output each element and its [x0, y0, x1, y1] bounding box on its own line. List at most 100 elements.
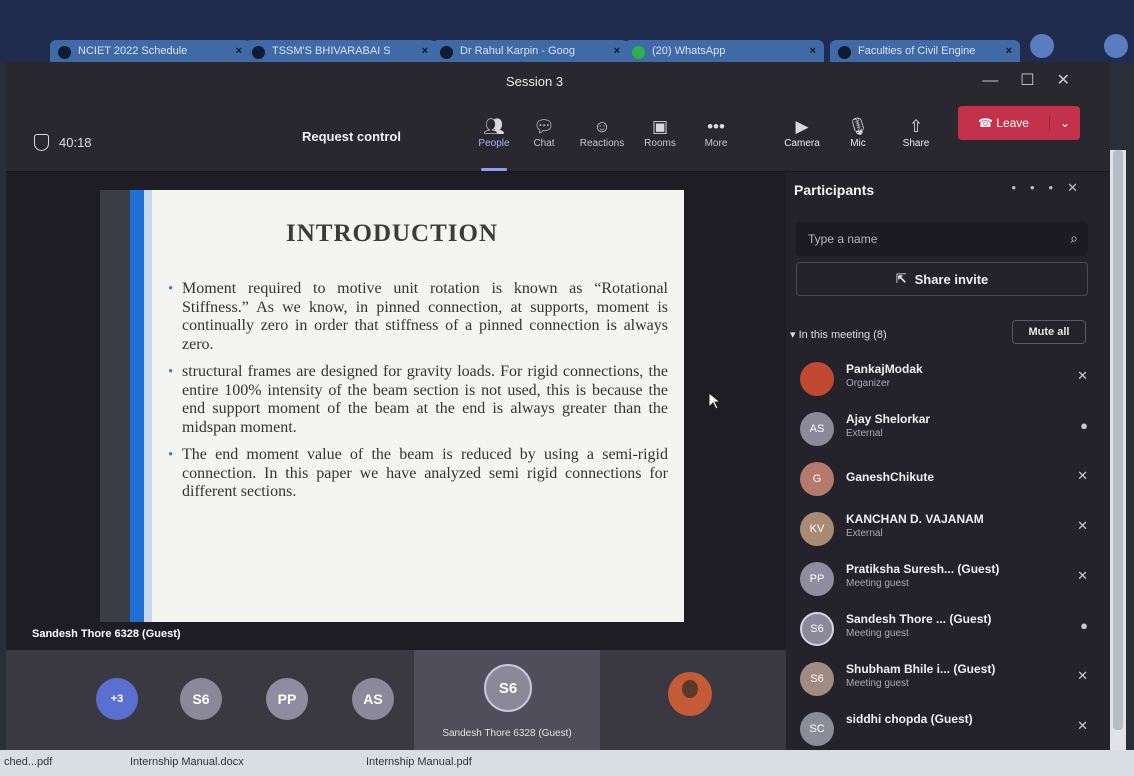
share-invite-button[interactable]: ⇱ Share invite [796, 262, 1088, 296]
mic-off-icon: ✕ [1077, 468, 1088, 483]
avatar: SC [800, 712, 834, 746]
mic-off-icon: ✕ [1077, 368, 1088, 383]
close-icon[interactable]: ✕ [1057, 72, 1092, 89]
presentation-slide: INTRODUCTION Moment required to motive u… [100, 190, 684, 622]
mic-on-icon: ● [1080, 418, 1088, 433]
search-input[interactable] [796, 222, 1088, 256]
avatar: S6 [484, 664, 532, 712]
active-speaker-tile[interactable]: S6 Sandesh Thore 6328 (Guest) [414, 650, 600, 750]
reactions-icon: ☺ [593, 117, 611, 136]
participant-row[interactable]: PP Pratiksha Suresh... (Guest) Meeting g… [800, 558, 1096, 604]
request-control-button[interactable]: Request control [302, 129, 401, 144]
camera-button[interactable]: ▶︎ Camera [776, 116, 828, 149]
participants-pane: Participants •••✕ ⌕ ⇱ Share invite ▾ In … [786, 172, 1110, 750]
close-pane-icon[interactable]: ✕ [1067, 180, 1092, 195]
participant-row[interactable]: G GaneshChikute ✕ [800, 458, 1096, 504]
slide-bullet: The end moment value of the beam is redu… [168, 446, 668, 502]
more-icon: ••• [707, 117, 725, 136]
mute-all-button[interactable]: Mute all [1012, 320, 1086, 344]
overflow-participants-button[interactable]: +3 [96, 678, 138, 720]
participant-row[interactable]: KV KANCHAN D. VAJANAM External ✕ [800, 508, 1096, 554]
page-scrollbar[interactable] [1110, 150, 1126, 750]
close-tab-icon[interactable]: × [614, 45, 620, 57]
profile-icon[interactable] [1104, 34, 1128, 58]
leave-button[interactable]: ☎︎ Leave ⌄ [958, 106, 1080, 140]
mic-off-icon: ✕ [1077, 718, 1088, 733]
mic-button[interactable]: 🎙︎ Mic [832, 116, 884, 149]
participant-row[interactable]: PankajModak Organizer ✕ [800, 358, 1096, 404]
phone-icon: ☎︎ [978, 116, 997, 130]
chevron-down-icon: ▾ [790, 329, 799, 341]
participant-role: Meeting guest [846, 628, 909, 639]
participant-name: KANCHAN D. VAJANAM [846, 512, 984, 526]
avatar: KV [800, 512, 834, 546]
slide-title: INTRODUCTION [285, 220, 499, 247]
leave-main[interactable]: ☎︎ Leave [958, 116, 1050, 130]
new-tab-icon[interactable] [1030, 34, 1054, 58]
participant-name: Pratiksha Suresh... (Guest) [846, 562, 1000, 576]
maximize-icon[interactable]: ☐ [1020, 72, 1056, 89]
download-item[interactable]: ched...pdf [4, 756, 52, 768]
close-tab-icon[interactable]: × [1006, 45, 1012, 57]
chat-icon: 💬︎ [533, 117, 555, 136]
avatar: PP [800, 562, 834, 596]
more-button[interactable]: ••• More [690, 116, 742, 149]
speaker-name-label: Sandesh Thore 6328 (Guest) [32, 628, 181, 640]
people-button[interactable]: 👥︎ People [468, 116, 520, 171]
participant-role: Meeting guest [846, 678, 909, 689]
chat-button[interactable]: 💬︎ Chat [518, 116, 570, 149]
window-controls[interactable]: —☐✕ [982, 70, 1092, 90]
participant-row[interactable]: S6 Sandesh Thore ... (Guest) Meeting gue… [800, 608, 1096, 654]
minimize-icon[interactable]: — [982, 72, 1020, 89]
mic-off-icon: ✕ [1077, 518, 1088, 533]
camera-off-icon: ▶︎ [795, 117, 809, 136]
participant-name: Ajay Shelorkar [846, 412, 931, 426]
participant-role: Meeting guest [846, 578, 909, 589]
avatar: S6 [800, 612, 834, 646]
mic-off-icon: ✕ [1077, 668, 1088, 683]
slide-bullet: structural frames are designed for gravi… [168, 363, 668, 437]
avatar: G [800, 462, 834, 496]
more-options-icon[interactable]: ••• [1011, 180, 1067, 195]
avatar [800, 362, 834, 396]
participant-name: siddhi chopda (Guest) [846, 712, 973, 726]
avatar: AS [800, 412, 834, 446]
mic-on-icon: ● [1080, 618, 1088, 633]
participant-photo[interactable] [668, 672, 712, 716]
reactions-button[interactable]: ☺ Reactions [576, 116, 628, 149]
scrollbar-thumb[interactable] [1113, 150, 1123, 730]
downloads-bar: ched...pdf Internship Manual.docx Intern… [0, 750, 1134, 776]
pane-controls: •••✕ [1011, 180, 1092, 196]
participant-row[interactable]: AS Ajay Shelorkar External ● [800, 408, 1096, 454]
mic-off-icon: ✕ [1077, 568, 1088, 583]
slide-bullet: Moment required to motive unit rotation … [168, 280, 668, 354]
avatar[interactable]: PP [266, 678, 308, 720]
close-tab-icon[interactable]: × [236, 45, 242, 57]
participant-row[interactable]: S6 Shubham Bhile i... (Guest) Meeting gu… [800, 658, 1096, 704]
download-item[interactable]: Internship Manual.pdf [366, 756, 472, 768]
slide-bullets: Moment required to motive unit rotation … [168, 280, 668, 511]
close-tab-icon[interactable]: × [810, 45, 816, 57]
close-tab-icon[interactable]: × [422, 45, 428, 57]
search-icon[interactable]: ⌕ [1070, 230, 1078, 247]
avatar[interactable]: AS [352, 678, 394, 720]
mouse-cursor-icon [708, 392, 722, 410]
share-icon: ⇧ [908, 117, 924, 136]
tab-favicon-icon [838, 46, 851, 59]
pane-title: Participants [794, 182, 875, 198]
avatar[interactable]: S6 [180, 678, 222, 720]
participant-row[interactable]: SC siddhi chopda (Guest) ✕ [800, 708, 1096, 748]
share-button[interactable]: ⇧ Share [890, 116, 942, 149]
rooms-button[interactable]: ▣ Rooms [634, 116, 686, 149]
chevron-down-icon[interactable]: ⌄ [1050, 116, 1080, 130]
participant-name: Sandesh Thore ... (Guest) [846, 612, 992, 626]
download-item[interactable]: Internship Manual.docx [130, 756, 244, 768]
shield-icon [34, 134, 49, 151]
in-meeting-section[interactable]: ▾ In this meeting (8) [790, 328, 887, 341]
share-invite-icon: ⇱ [895, 271, 907, 286]
shared-screen-stage: INTRODUCTION Moment required to motive u… [6, 172, 786, 650]
tab-favicon-icon [252, 46, 265, 59]
participant-role: External [846, 528, 883, 539]
participant-search: ⌕ [796, 222, 1088, 256]
whatsapp-icon [632, 46, 645, 59]
